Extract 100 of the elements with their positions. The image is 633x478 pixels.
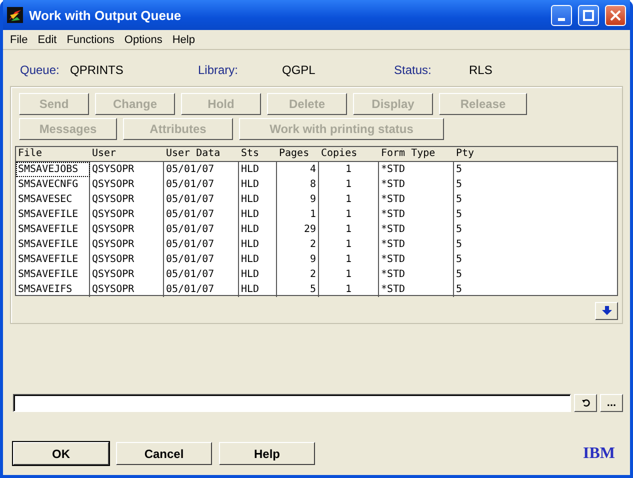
maximize-icon	[583, 10, 594, 20]
menu-item[interactable]: File	[7, 34, 31, 46]
down-arrow-icon	[600, 306, 612, 316]
minimize-icon	[558, 18, 565, 20]
table-cell: SMSAVEIFS	[16, 282, 90, 297]
table-cell: 1	[319, 237, 379, 252]
table-cell: 1	[319, 282, 379, 297]
column-header[interactable]: Pty	[454, 147, 617, 161]
dialog-button[interactable]: OK	[13, 442, 109, 465]
logo: IBM	[583, 444, 615, 462]
table-cell: QSYSOPR	[90, 252, 164, 267]
app-icon	[7, 7, 23, 23]
table-cell: *STD	[379, 207, 454, 222]
table-cell: 5	[277, 282, 319, 297]
info-label: Queue:	[20, 63, 60, 77]
maximize-button[interactable]	[578, 4, 599, 26]
table-cell: 1	[319, 177, 379, 192]
table-cell: HLD	[239, 177, 277, 192]
table-cell: 9	[277, 252, 319, 267]
menu-item[interactable]: Functions	[64, 34, 118, 46]
table-cell: QSYSOPR	[90, 192, 164, 207]
table-cell-text: 5	[455, 208, 464, 222]
table-cell: 1	[319, 207, 379, 222]
table-cell: QSYSOPR	[90, 177, 164, 192]
column-header[interactable]: File	[16, 147, 90, 161]
retrieve-button[interactable]	[574, 394, 597, 412]
table-cell: 05/01/07	[164, 192, 239, 207]
table-cell: SMSAVEJOBS	[16, 162, 90, 177]
command-field[interactable]	[13, 394, 571, 412]
close-icon	[610, 10, 621, 20]
table-cell: SMSAVEFILE	[16, 267, 90, 282]
table-cell: QSYSOPR	[90, 222, 164, 237]
info-value: RLS	[469, 63, 494, 77]
table-cell: SMSAVEFILE	[16, 222, 90, 237]
table-cell: 1	[319, 192, 379, 207]
table-cell: 9	[277, 192, 319, 207]
table-cell: HLD	[239, 282, 277, 297]
table-cell: HLD	[239, 192, 277, 207]
table-cell: QSYSOPR	[90, 237, 164, 252]
table-cell: HLD	[239, 222, 277, 237]
table-cell: SMSAVESEC	[16, 192, 90, 207]
column-header[interactable]: Form Type	[379, 147, 454, 161]
menu-item[interactable]: Help	[169, 34, 198, 46]
table-cell: *STD	[379, 192, 454, 207]
info-label: Library:	[198, 63, 240, 77]
table-cell: 1	[319, 162, 379, 177]
column-header[interactable]: Pages	[277, 147, 319, 161]
column-header[interactable]: User Data	[164, 147, 239, 161]
table-cell: 05/01/07	[164, 162, 239, 177]
table-cell: SMSAVECNFG	[16, 177, 90, 192]
table-cell: *STD	[379, 177, 454, 192]
table-cell: *STD	[379, 252, 454, 267]
table-cell: 1	[319, 267, 379, 282]
table-cell: HLD	[239, 252, 277, 267]
table-cell: 05/01/07	[164, 282, 239, 297]
table-cell-text: 5	[455, 268, 464, 282]
info-label: Status:	[394, 63, 432, 77]
circular-arrow-icon	[580, 398, 590, 408]
table-cell: 8	[277, 177, 319, 192]
table-cell: 05/01/07	[164, 222, 239, 237]
table-cell: *STD	[379, 222, 454, 237]
minimize-button[interactable]	[551, 4, 572, 26]
table-cell-text: 5	[455, 193, 464, 207]
table-cell: 2	[277, 267, 319, 282]
info-value: QPRINTS	[70, 63, 124, 77]
dialog-button[interactable]: Help	[219, 442, 315, 465]
table-cell: *STD	[379, 162, 454, 177]
table-cell-text: 5	[455, 163, 464, 177]
table-cell: 05/01/07	[164, 252, 239, 267]
table-cell: HLD	[239, 237, 277, 252]
table-cell: HLD	[239, 267, 277, 282]
table-cell: 05/01/07	[164, 237, 239, 252]
table-cell: QSYSOPR	[90, 282, 164, 297]
window-title: Work with Output Queue	[29, 8, 182, 22]
table-cell-text: 5	[455, 238, 464, 252]
dialog-button[interactable]: Cancel	[116, 442, 212, 465]
menu-item[interactable]: Edit	[34, 34, 60, 46]
table-cell: 2	[277, 237, 319, 252]
scroll-down-button[interactable]	[595, 302, 618, 320]
column-header[interactable]: Copies	[319, 147, 379, 161]
table-cell: *STD	[379, 282, 454, 297]
table-cell: 29	[277, 222, 319, 237]
table-cell: 05/01/07	[164, 267, 239, 282]
table-cell: SMSAVEFILE	[16, 237, 90, 252]
table-cell-text: 5	[455, 223, 464, 237]
table-cell: 1	[319, 252, 379, 267]
browse-button[interactable]: ...	[600, 394, 623, 412]
table-cell: 05/01/07	[164, 207, 239, 222]
table-cell: QSYSOPR	[90, 267, 164, 282]
column-header[interactable]: User	[90, 147, 164, 161]
table-cell: QSYSOPR	[90, 162, 164, 177]
column-header[interactable]: Sts	[239, 147, 277, 161]
table-cell: SMSAVEFILE	[16, 252, 90, 267]
menu-item[interactable]: Options	[121, 34, 166, 46]
table-cell-text: 5	[455, 283, 464, 297]
close-button[interactable]	[605, 4, 626, 26]
table-cell: *STD	[379, 267, 454, 282]
table-cell-text: 5	[455, 253, 464, 267]
table-cell: HLD	[239, 207, 277, 222]
table-cell: 1	[319, 222, 379, 237]
